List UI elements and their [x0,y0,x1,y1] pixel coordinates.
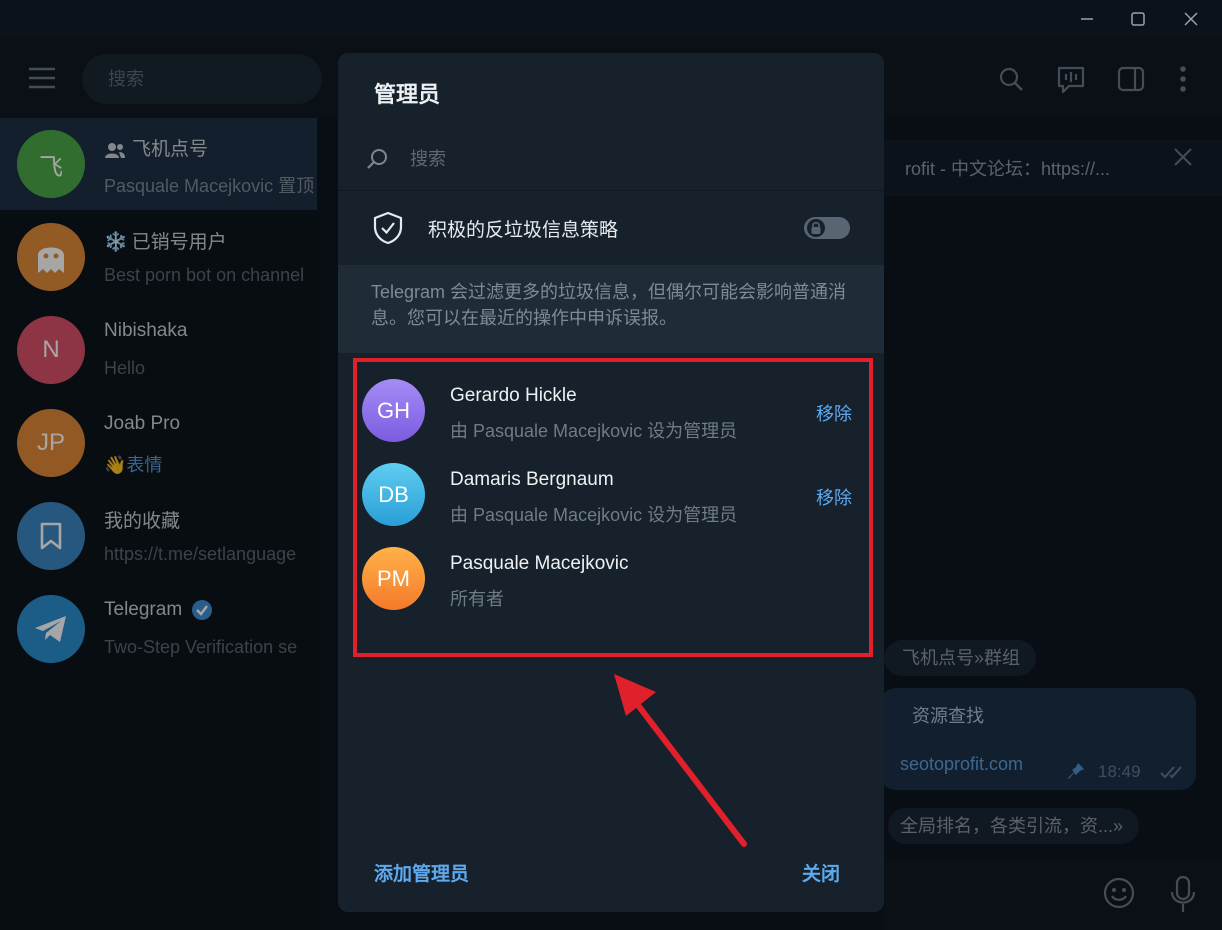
window-title-bar [0,0,1222,38]
dialog-title: 管理员 [374,82,441,107]
antispam-description: Telegram 会过滤更多的垃圾信息，但偶尔可能会影响普通消息。您可以在最近的… [338,265,884,353]
close-window-button[interactable] [1168,0,1214,38]
minimize-icon [1081,18,1093,20]
toggle-knob [806,218,826,238]
annotation-highlight-box [353,358,873,657]
annotation-arrow [614,674,747,847]
antispam-toggle[interactable] [804,217,850,239]
antispam-setting-row[interactable]: 积极的反垃圾信息策略 [338,191,884,265]
shield-check-icon [373,211,403,245]
search-icon [367,149,387,169]
close-icon [1184,12,1198,26]
admin-search-input[interactable] [408,141,842,177]
antispam-description-text: Telegram 会过滤更多的垃圾信息，但偶尔可能会影响普通消息。您可以在最近的… [371,282,847,328]
close-dialog-button[interactable]: 关闭 [802,859,840,886]
antispam-label: 积极的反垃圾信息策略 [428,220,619,241]
maximize-button[interactable] [1115,0,1161,38]
lock-icon [811,221,821,234]
minimize-button[interactable] [1064,0,1110,38]
add-admin-button[interactable]: 添加管理员 [374,859,469,886]
maximize-icon [1131,12,1145,26]
